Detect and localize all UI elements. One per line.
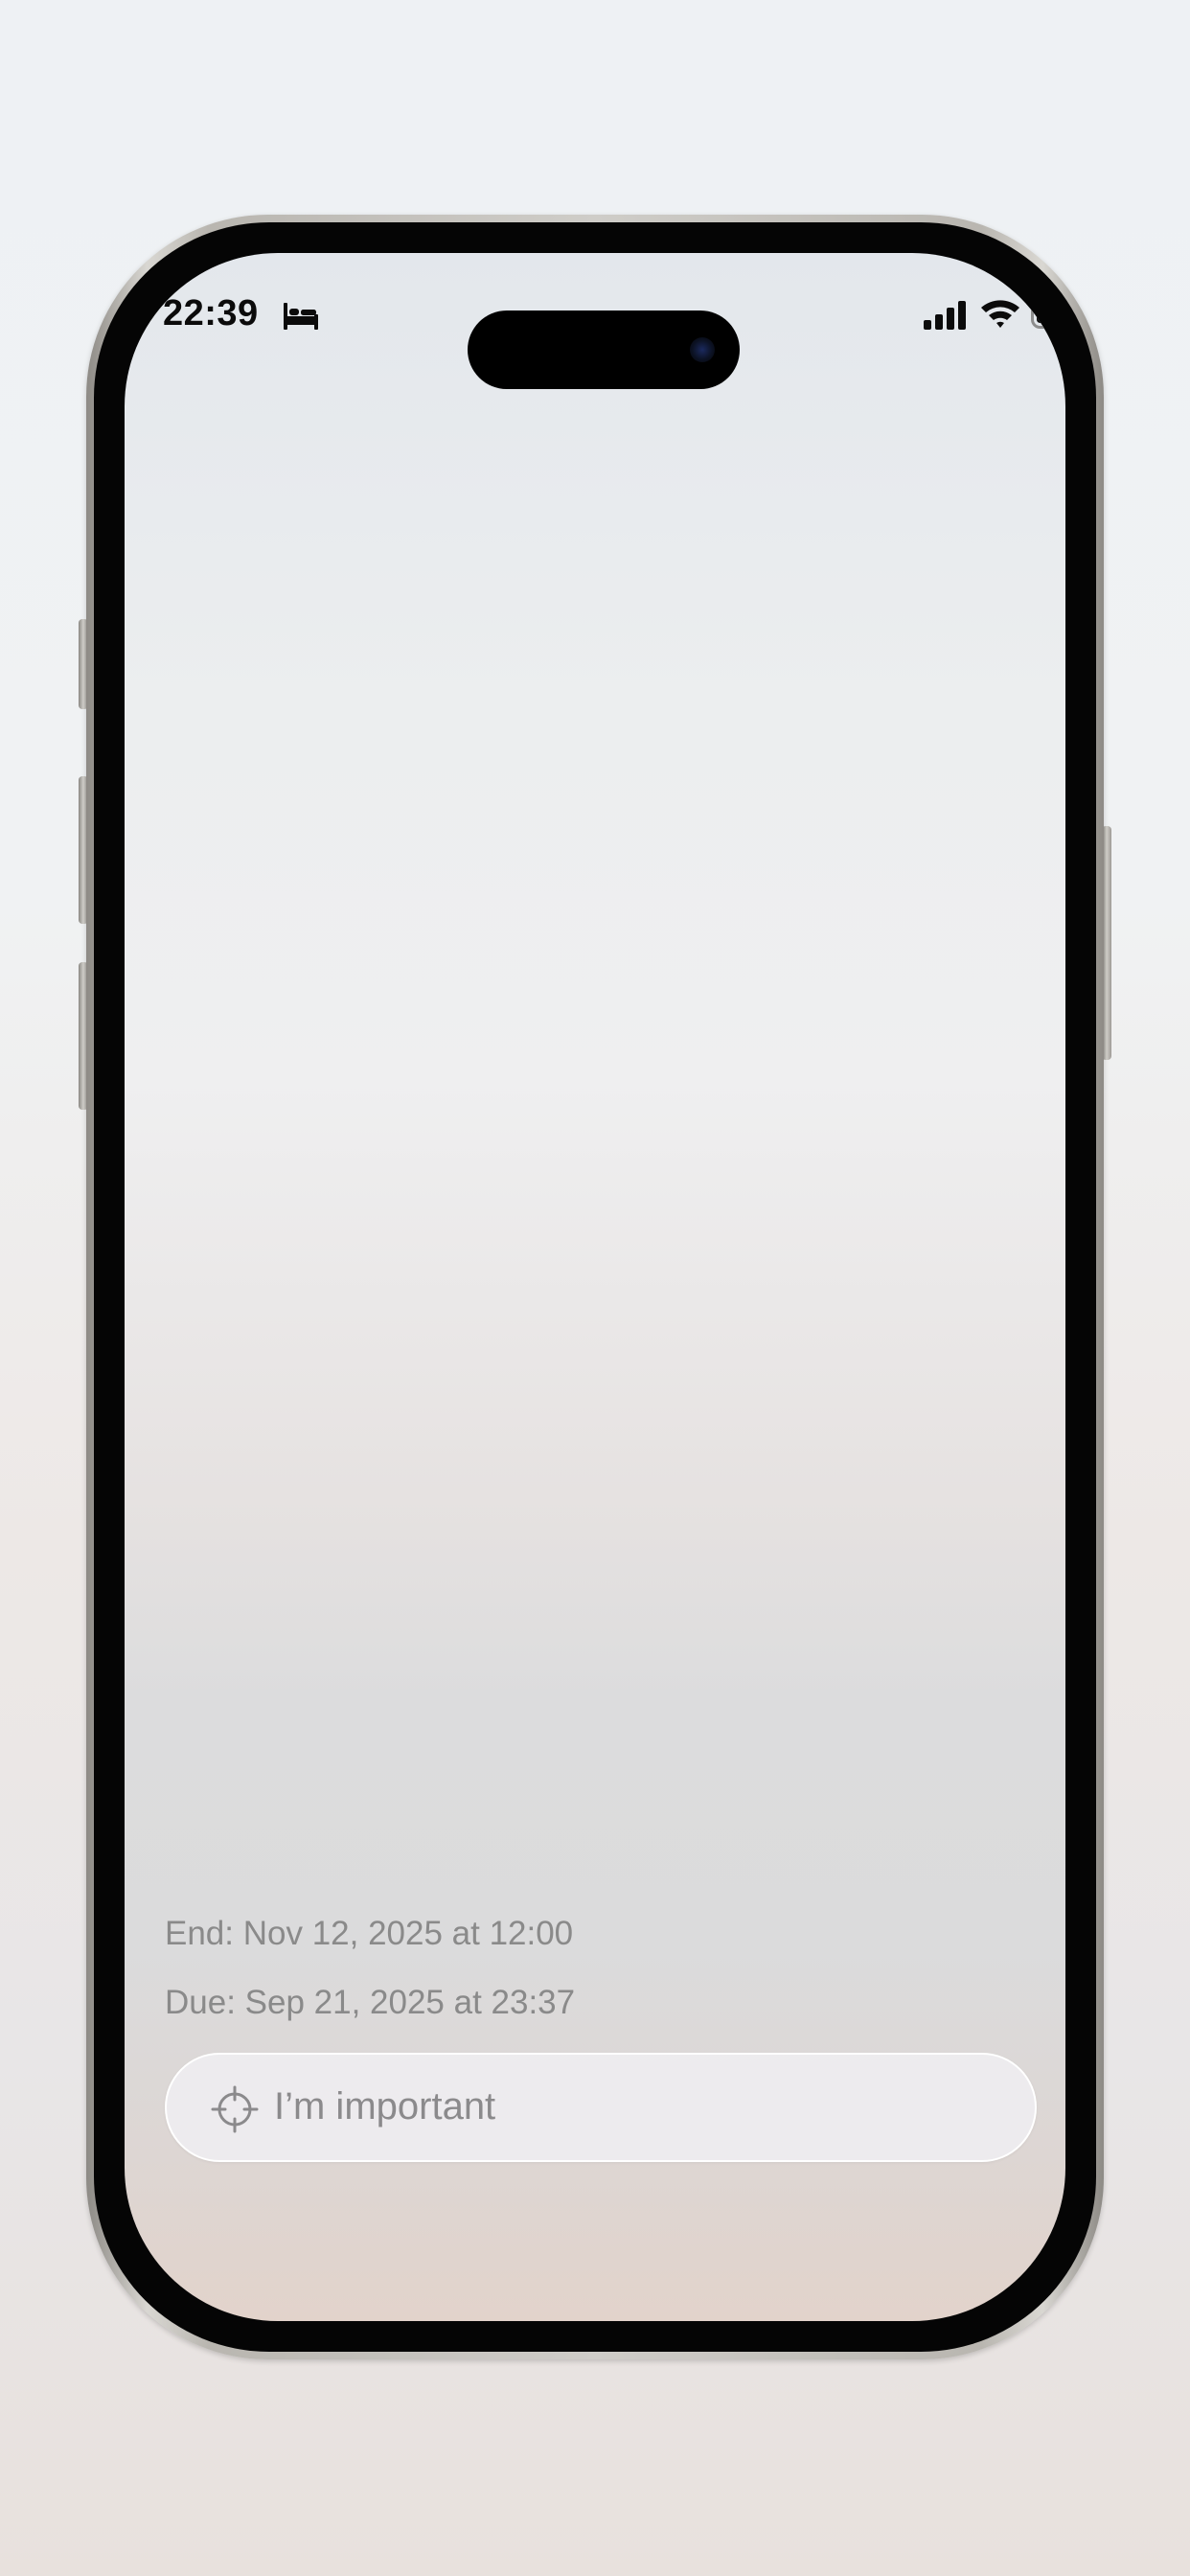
dynamic-island [468,310,740,389]
phone-frame: 22:39 End: Nov 12, 2025 at 12:00 Due: Se… [86,215,1104,2359]
task-title-field[interactable]: I’m important [165,2053,1037,2162]
task-title-text[interactable]: I’m important [274,2085,495,2128]
end-date-text: End: Nov 12, 2025 at 12:00 [165,1915,574,1952]
battery-icon [1031,300,1065,329]
bed-icon [284,303,318,330]
due-date-text: Due: Sep 21, 2025 at 23:37 [165,1984,576,2021]
screen: 22:39 End: Nov 12, 2025 at 12:00 Due: Se… [125,253,1065,2321]
status-time: 22:39 [163,293,259,334]
wifi-icon [981,300,1019,328]
front-camera [690,337,715,362]
crosshair-icon[interactable] [211,2085,259,2133]
phone-bezel: 22:39 End: Nov 12, 2025 at 12:00 Due: Se… [94,222,1096,2352]
cellular-signal-icon [924,301,966,330]
